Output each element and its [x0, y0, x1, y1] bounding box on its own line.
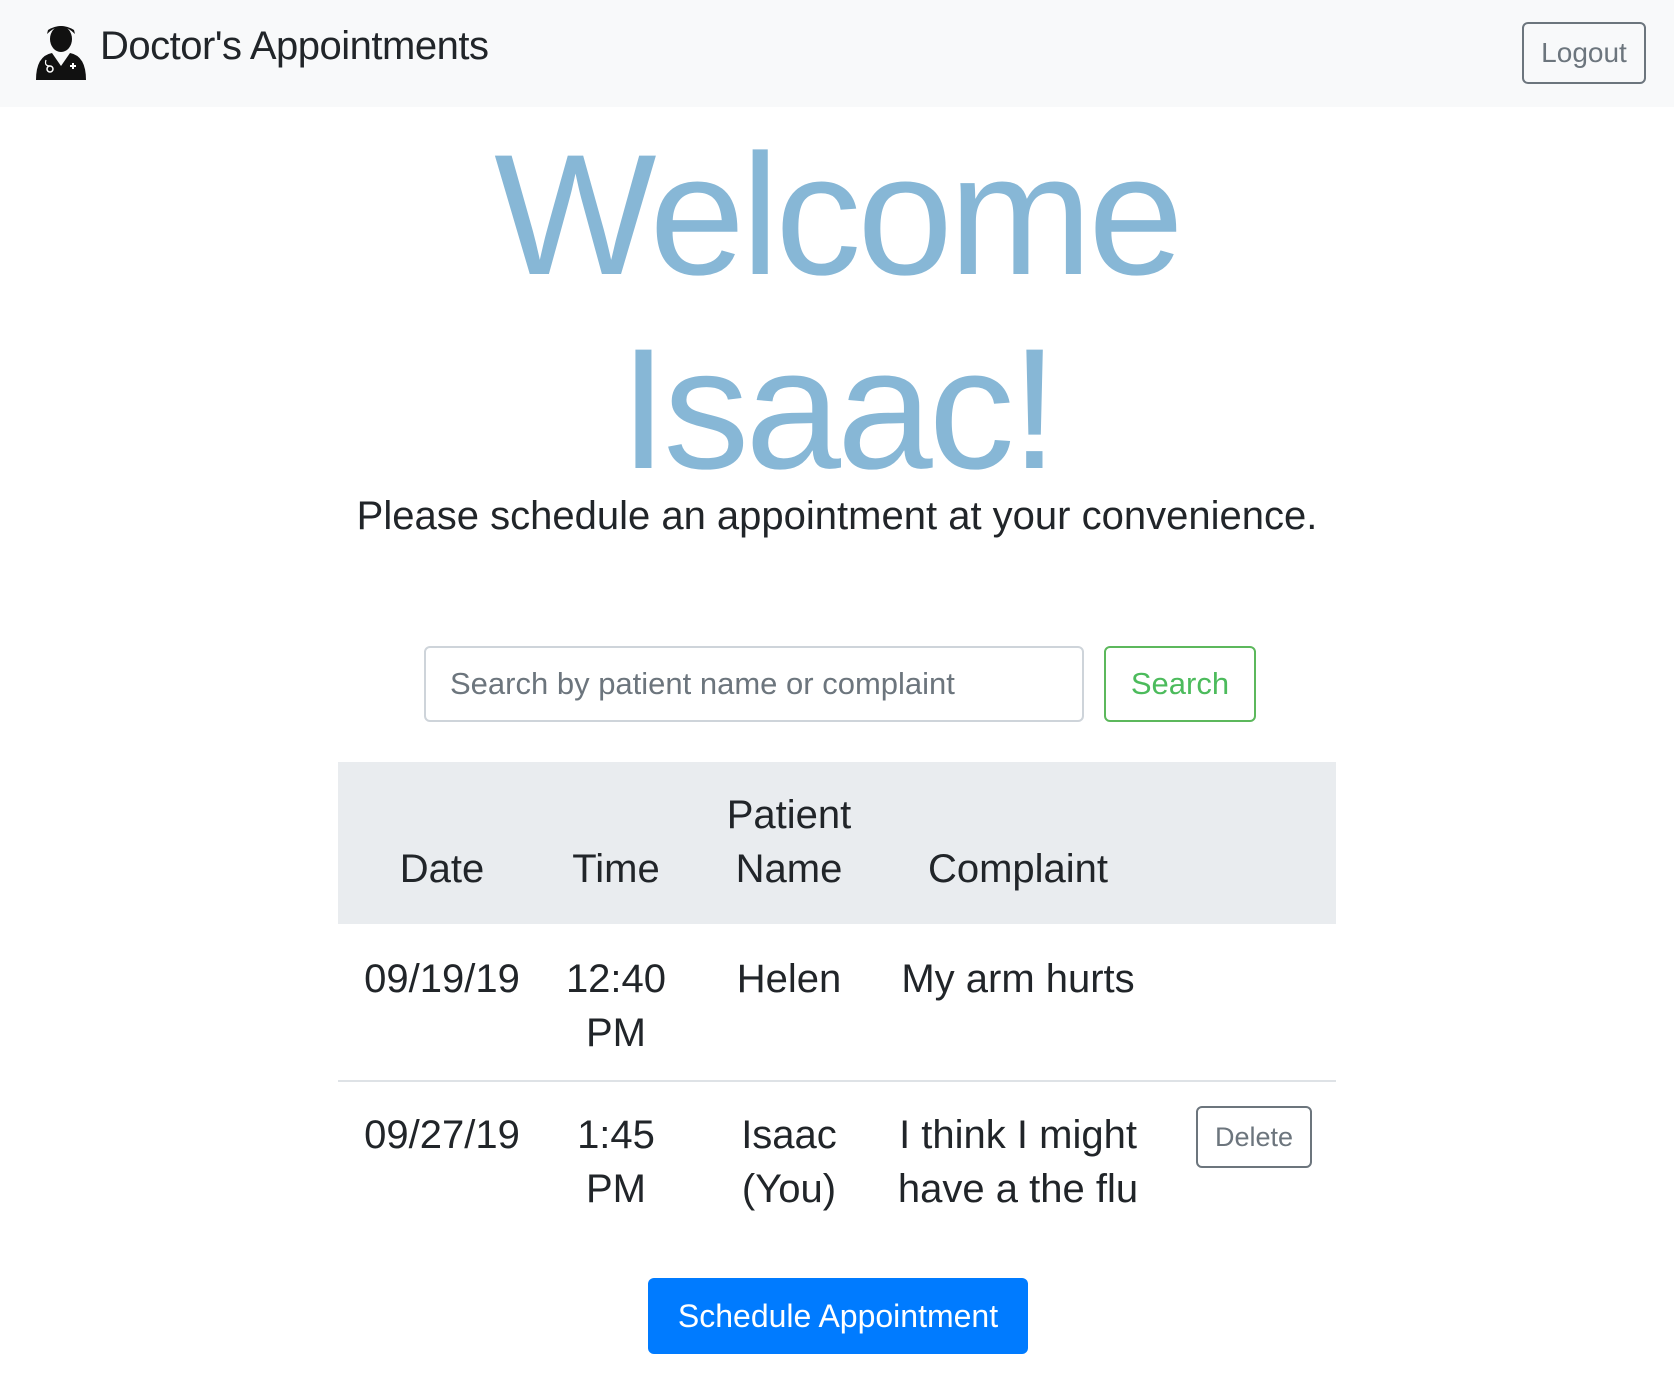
table-header: Date Time Patient Name Complaint: [338, 762, 1336, 924]
delete-button[interactable]: Delete: [1196, 1106, 1312, 1168]
cell-complaint-line1: I think I might: [899, 1113, 1137, 1157]
header-date: Date: [399, 847, 485, 891]
cell-patient-line2: (You): [741, 1167, 837, 1211]
header-complaint: Complaint: [927, 847, 1109, 891]
schedule-appointment-button[interactable]: Schedule Appointment: [648, 1278, 1028, 1354]
table-row: 09/19/19 12:40 PM Helen My arm hurts: [338, 924, 1336, 1082]
cell-complaint-line2: have a the flu: [897, 1167, 1139, 1211]
cell-patient-line1: Isaac: [741, 1113, 837, 1157]
table-row: 09/27/19 1:45 PM Isaac (You) I think I m…: [338, 1082, 1336, 1242]
header-time: Time: [572, 847, 660, 891]
doctor-icon[interactable]: [34, 22, 88, 80]
welcome-heading-line1: Welcome: [494, 119, 1184, 311]
cell-complaint-line1: My arm hurts: [901, 957, 1135, 1001]
cell-patient-line1: Helen: [736, 957, 842, 1001]
welcome-heading-line2: Isaac!: [619, 313, 1059, 505]
cell-time-line2: PM: [586, 1011, 646, 1055]
cell-time-line2: PM: [586, 1167, 646, 1211]
header-patient-name-line2: Name: [735, 847, 843, 891]
cell-date: 09/19/19: [364, 957, 520, 1001]
search-button[interactable]: Search: [1104, 646, 1256, 722]
header-patient-name-line1: Patient: [726, 793, 852, 837]
navbar: Doctor's Appointments Logout: [0, 0, 1674, 107]
logout-button[interactable]: Logout: [1522, 22, 1646, 84]
cell-time-line1: 1:45: [577, 1113, 655, 1157]
brand-title[interactable]: Doctor's Appointments: [100, 24, 489, 69]
appointments-table: Date Time Patient Name Complaint 09/19/1…: [338, 762, 1336, 1242]
cell-time-line1: 12:40: [565, 957, 667, 1001]
search-input[interactable]: [424, 646, 1084, 722]
page-subtitle: Please schedule an appointment at your c…: [356, 494, 1318, 538]
cell-date: 09/27/19: [364, 1113, 520, 1157]
